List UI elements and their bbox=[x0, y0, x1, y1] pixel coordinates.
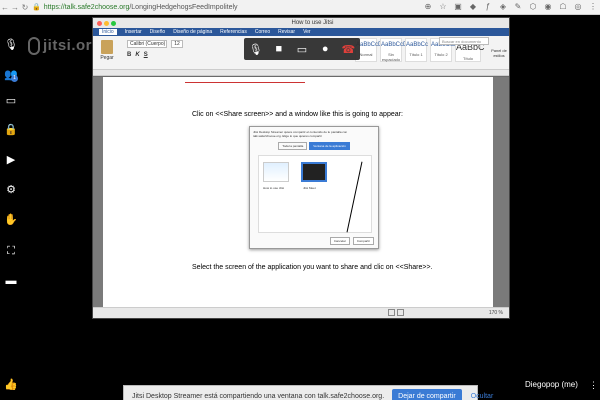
jitsi-meeting: 🎙 👥 1 ▭ 🔒 ▶ ⚙ ✋ ⛶ ▬ 👍 jitsi.or How to us… bbox=[0, 15, 600, 400]
document-page: Clic on <<Share screen>> and a window li… bbox=[103, 77, 493, 308]
close-icon bbox=[97, 20, 102, 26]
ribbon-tab: Correo bbox=[254, 29, 271, 35]
lock-icon[interactable]: 🔒 bbox=[32, 3, 41, 11]
instruction-line-2: Select the screen of the application you… bbox=[192, 264, 433, 271]
hide-button[interactable]: Ocultar bbox=[471, 393, 494, 400]
record-icon[interactable]: ▶ bbox=[3, 152, 19, 168]
zoom-icon[interactable]: ⊕ bbox=[423, 2, 433, 12]
jitsi-logo-icon bbox=[28, 37, 40, 56]
share-screen-icon[interactable]: ▭ bbox=[295, 43, 309, 56]
zoom-level: 170 % bbox=[488, 310, 503, 316]
ribbon-tab: Revisar bbox=[278, 29, 296, 35]
ribbon-tabs: Inicio Insertar Diseño Diseño de página … bbox=[93, 28, 509, 36]
browser-toolbar: ← → ↻ 🔒 https://talk.safe2choose.org/Lon… bbox=[0, 0, 600, 15]
address-bar[interactable]: https://talk.safe2choose.org/LongingHedg… bbox=[44, 4, 238, 11]
style-heading1: AaBbCc Título 1 bbox=[405, 38, 428, 62]
style-no-spacing: AaBbCcDc Sin espaciado bbox=[380, 38, 410, 62]
participants-icon[interactable]: ● bbox=[318, 43, 332, 55]
paste-button: Pegar bbox=[97, 40, 117, 64]
thumbnail-jitsi bbox=[301, 162, 327, 182]
document-search: Buscar en documento bbox=[439, 37, 489, 45]
dialog-share-button: Compartir bbox=[352, 237, 374, 245]
word-title-bar: How to use Jitsi bbox=[93, 18, 509, 28]
participant-count-badge: 1 bbox=[11, 75, 18, 82]
lock-icon[interactable]: 🔒 bbox=[3, 122, 19, 138]
screen-sharing-notification: Jitsi Desktop Streamer está compartiendo… bbox=[123, 385, 493, 400]
bold-icon: B bbox=[127, 52, 132, 58]
ribbon-tab: Diseño bbox=[149, 29, 166, 35]
ribbon-tab: Referencias bbox=[220, 29, 247, 35]
settings-icon[interactable]: ⚙ bbox=[3, 182, 19, 198]
dialog-tab-screen: Toda la pantalla bbox=[278, 142, 308, 150]
local-user-name: Diegopop (me) bbox=[525, 380, 578, 389]
thumbs-up-icon[interactable]: 👍 bbox=[3, 377, 19, 393]
menu-icon[interactable]: ⋮ bbox=[588, 2, 598, 12]
thumbnail-document bbox=[263, 162, 289, 182]
microphone-level-icon: 🎙 bbox=[4, 39, 18, 51]
reload-icon[interactable]: ↻ bbox=[20, 3, 30, 12]
fullscreen-icon[interactable]: ⛶ bbox=[3, 243, 19, 259]
previous-content bbox=[185, 79, 305, 83]
italic-icon: K bbox=[135, 52, 140, 58]
extension-icon[interactable]: ƒ bbox=[483, 2, 493, 12]
back-arrow-icon[interactable]: ← bbox=[0, 3, 10, 12]
word-status-bar: 170 % bbox=[93, 307, 509, 318]
ribbon-tab: Ver bbox=[303, 29, 311, 35]
document-area: Clic on <<Share screen>> and a window li… bbox=[93, 77, 509, 308]
raise-hand-icon[interactable]: ✋ bbox=[3, 212, 19, 228]
ruler bbox=[93, 70, 509, 76]
left-toolbar: 🎙 👥 1 ▭ 🔒 ▶ ⚙ ✋ ⛶ ▬ 👍 bbox=[0, 15, 22, 400]
underline-icon: S bbox=[143, 52, 148, 58]
microphone-icon[interactable]: 🎙 bbox=[249, 43, 263, 56]
dialog-tab-window: Ventana de la aplicación bbox=[309, 142, 350, 150]
chat-icon[interactable]: ▭ bbox=[3, 93, 19, 109]
screen-picker-dialog-image: Jitsi Desktop Streamer quiere compartir … bbox=[249, 126, 379, 249]
clipboard-icon bbox=[101, 40, 113, 54]
shared-screen-video: How to use Jitsi Inicio Insertar Diseño … bbox=[92, 17, 510, 319]
ribbon-tab: Diseño de página bbox=[173, 29, 213, 35]
sharing-message: Jitsi Desktop Streamer está compartiendo… bbox=[132, 392, 385, 400]
styles-panel-button: Panel de estilos bbox=[491, 48, 507, 58]
format-buttons: B K S bbox=[127, 52, 148, 58]
window-controls bbox=[97, 20, 116, 26]
font-name-field: Calibri (Cuerpo) bbox=[127, 40, 167, 48]
jitsi-watermark-logo: jitsi.or bbox=[28, 37, 92, 56]
view-icon bbox=[388, 309, 395, 316]
extension-icon[interactable]: ◈ bbox=[498, 2, 508, 12]
extension-icon[interactable]: ◎ bbox=[573, 2, 583, 12]
camera-icon[interactable]: ■ bbox=[272, 43, 286, 55]
instruction-line-1: Clic on <<Share screen>> and a window li… bbox=[192, 111, 403, 118]
view-icon bbox=[397, 309, 404, 316]
document-title: How to use Jitsi bbox=[291, 20, 334, 26]
user-menu-icon[interactable]: ⋮ bbox=[589, 380, 598, 391]
extension-icon[interactable]: ▣ bbox=[453, 2, 463, 12]
extension-icons: ⊕ ☆ ▣ ◆ ƒ ◈ ✎ ⬡ ◉ ☖ ◎ ⋮ bbox=[423, 2, 598, 12]
font-size-field: 12 bbox=[171, 40, 183, 48]
forward-arrow-icon[interactable]: → bbox=[10, 3, 20, 12]
meeting-controls-bar: 🎙 ■ ▭ ● ☎ bbox=[244, 38, 360, 60]
extension-icon[interactable]: ✎ bbox=[513, 2, 523, 12]
thumbnail-label: Jitsi Meet bbox=[303, 186, 316, 190]
extension-icon[interactable]: ◉ bbox=[543, 2, 553, 12]
minimize-icon bbox=[104, 20, 109, 26]
thumbnail-label: How to use Jitsi bbox=[263, 186, 285, 190]
stop-sharing-button[interactable]: Dejar de compartir bbox=[392, 388, 462, 400]
dialog-cancel-button: Cancelar bbox=[329, 237, 350, 245]
extension-icon[interactable]: ◆ bbox=[468, 2, 478, 12]
ribbon-tab: Insertar bbox=[124, 29, 142, 35]
hangup-icon[interactable]: ☎ bbox=[341, 43, 355, 56]
extension-icon[interactable]: ☖ bbox=[558, 2, 568, 12]
star-icon[interactable]: ☆ bbox=[438, 2, 448, 12]
extension-icon[interactable]: ⬡ bbox=[528, 2, 538, 12]
filmstrip-icon[interactable]: ▬ bbox=[3, 273, 19, 289]
ribbon-tab: Inicio bbox=[99, 29, 117, 35]
